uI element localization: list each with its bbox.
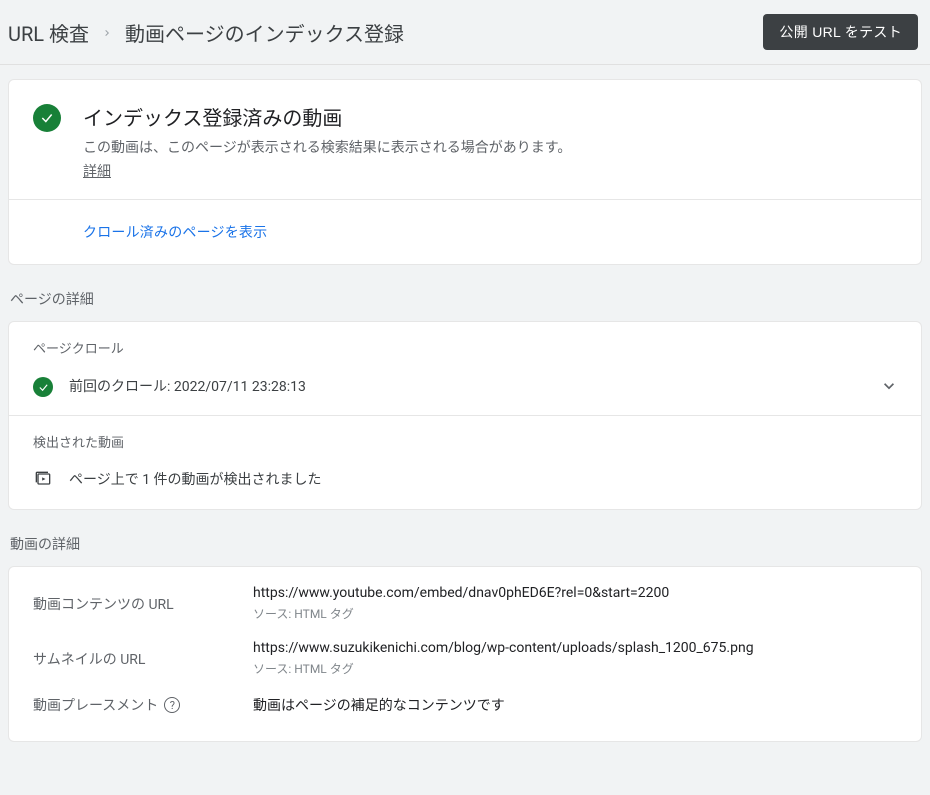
video-frames-icon bbox=[33, 469, 53, 489]
video-content-url-label: 動画コンテンツの URL bbox=[33, 585, 253, 622]
view-crawled-page-link[interactable]: クロール済みのページを表示 bbox=[83, 225, 267, 241]
page-header: URL 検査 動画ページのインデックス登録 公開 URL をテスト bbox=[0, 0, 930, 65]
thumbnail-url-label: サムネイルの URL bbox=[33, 640, 253, 677]
check-circle-icon bbox=[33, 377, 53, 397]
detected-video-row: ページ上で 1 件の動画が検出されました bbox=[9, 455, 921, 509]
thumbnail-url-source: ソース: HTML タグ bbox=[253, 660, 897, 677]
page-crawl-label: ページクロール bbox=[9, 322, 921, 361]
check-circle-icon bbox=[33, 104, 61, 132]
last-crawl-text: 前回のクロール: 2022/07/11 23:28:13 bbox=[69, 376, 879, 396]
video-placement-value: 動画はページの補足的なコンテンツです bbox=[253, 695, 897, 715]
status-title: インデックス登録済みの動画 bbox=[83, 102, 571, 131]
breadcrumb: URL 検査 動画ページのインデックス登録 bbox=[8, 18, 404, 47]
video-placement-row: 動画プレースメント ? 動画はページの補足的なコンテンツです bbox=[33, 695, 897, 715]
chevron-down-icon bbox=[879, 376, 899, 396]
status-description: この動画は、このページが表示される検索結果に表示される場合があります。 bbox=[83, 137, 571, 157]
video-details-card: 動画コンテンツの URL https://www.youtube.com/emb… bbox=[8, 566, 922, 742]
video-details-label: 動画の詳細 bbox=[10, 534, 922, 554]
thumbnail-url-row: サムネイルの URL https://www.suzukikenichi.com… bbox=[33, 640, 897, 677]
page-details-label: ページの詳細 bbox=[10, 289, 922, 309]
chevron-right-icon bbox=[101, 20, 113, 44]
thumbnail-url-value: https://www.suzukikenichi.com/blog/wp-co… bbox=[253, 640, 897, 656]
index-status-card: インデックス登録済みの動画 この動画は、このページが表示される検索結果に表示され… bbox=[8, 79, 922, 265]
video-placement-label: 動画プレースメント bbox=[33, 695, 158, 715]
status-details-link[interactable]: 詳細 bbox=[83, 161, 111, 181]
breadcrumb-root[interactable]: URL 検査 bbox=[8, 18, 89, 47]
test-live-url-button[interactable]: 公開 URL をテスト bbox=[763, 14, 918, 50]
detected-video-label: 検出された動画 bbox=[9, 416, 921, 455]
breadcrumb-current: 動画ページのインデックス登録 bbox=[125, 18, 404, 47]
video-content-url-row: 動画コンテンツの URL https://www.youtube.com/emb… bbox=[33, 585, 897, 622]
video-content-url-value: https://www.youtube.com/embed/dnav0phED6… bbox=[253, 585, 897, 601]
video-content-url-source: ソース: HTML タグ bbox=[253, 605, 897, 622]
last-crawl-row[interactable]: 前回のクロール: 2022/07/11 23:28:13 bbox=[9, 361, 921, 415]
help-icon[interactable]: ? bbox=[164, 697, 180, 713]
page-details-card: ページクロール 前回のクロール: 2022/07/11 23:28:13 検出さ… bbox=[8, 321, 922, 510]
detected-video-count: ページ上で 1 件の動画が検出されました bbox=[69, 469, 322, 489]
